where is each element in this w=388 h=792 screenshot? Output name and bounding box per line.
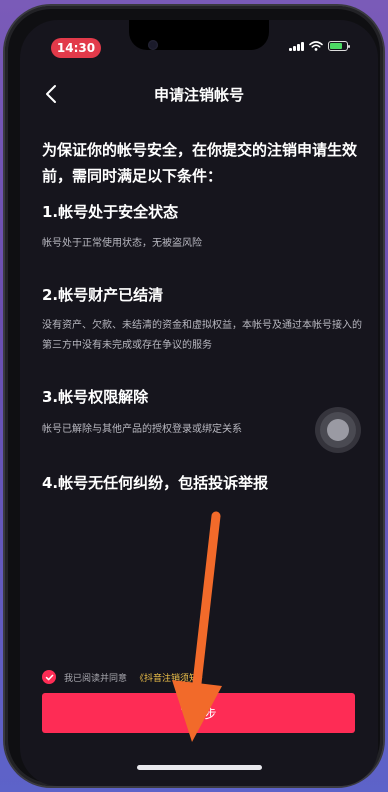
condition-desc: 帐号已解除与其他产品的授权登录或绑定关系 xyxy=(42,424,242,435)
wifi-icon xyxy=(309,41,323,51)
condition-desc: 帐号处于正常使用状态，无被盗风险 xyxy=(42,238,202,249)
agreement-text: 我已阅读并同意 xyxy=(64,673,128,684)
page-title: 申请注销帐号 xyxy=(153,86,244,104)
floating-assistive-button[interactable] xyxy=(320,412,356,448)
intro-text: 为保证你的帐号安全，在你提交的注销申请生效前，需同时满足以下条件： xyxy=(42,141,358,185)
condition-title: 4.帐号无任何纠纷，包括投诉举报 xyxy=(42,474,269,492)
agreement-link[interactable]: 《抖音注销须知》 xyxy=(135,671,207,684)
signal-icon xyxy=(289,41,304,51)
battery-icon xyxy=(328,41,350,51)
checkmark-icon xyxy=(45,674,53,680)
condition-title: 3.帐号权限解除 xyxy=(42,388,149,406)
condition-title: 1.帐号处于安全状态 xyxy=(42,203,179,221)
condition-title: 2.帐号财产已结清 xyxy=(42,286,164,304)
nav-bar: 申请注销帐号 xyxy=(20,76,378,116)
agreement-row: 我已阅读并同意 《抖音注销须知》 xyxy=(42,670,207,684)
phone-frame: 14:30 申请注销帐号 为保证你的帐号安全，在你提交的注销申请生效前，需同时满… xyxy=(5,6,383,786)
home-indicator xyxy=(137,765,262,770)
condition-desc: 没有资产、欠款、未结清的资金和虚拟权益，本帐号及通过本帐号接入的第三方中没有未完… xyxy=(42,320,362,351)
camera-dot xyxy=(148,40,158,50)
next-step-button[interactable]: 下一步 xyxy=(42,693,355,733)
status-time: 14:30 xyxy=(51,38,101,58)
screen: 14:30 申请注销帐号 为保证你的帐号安全，在你提交的注销申请生效前，需同时满… xyxy=(20,20,378,786)
status-icons xyxy=(289,41,350,51)
agreement-checkbox[interactable] xyxy=(42,670,56,684)
